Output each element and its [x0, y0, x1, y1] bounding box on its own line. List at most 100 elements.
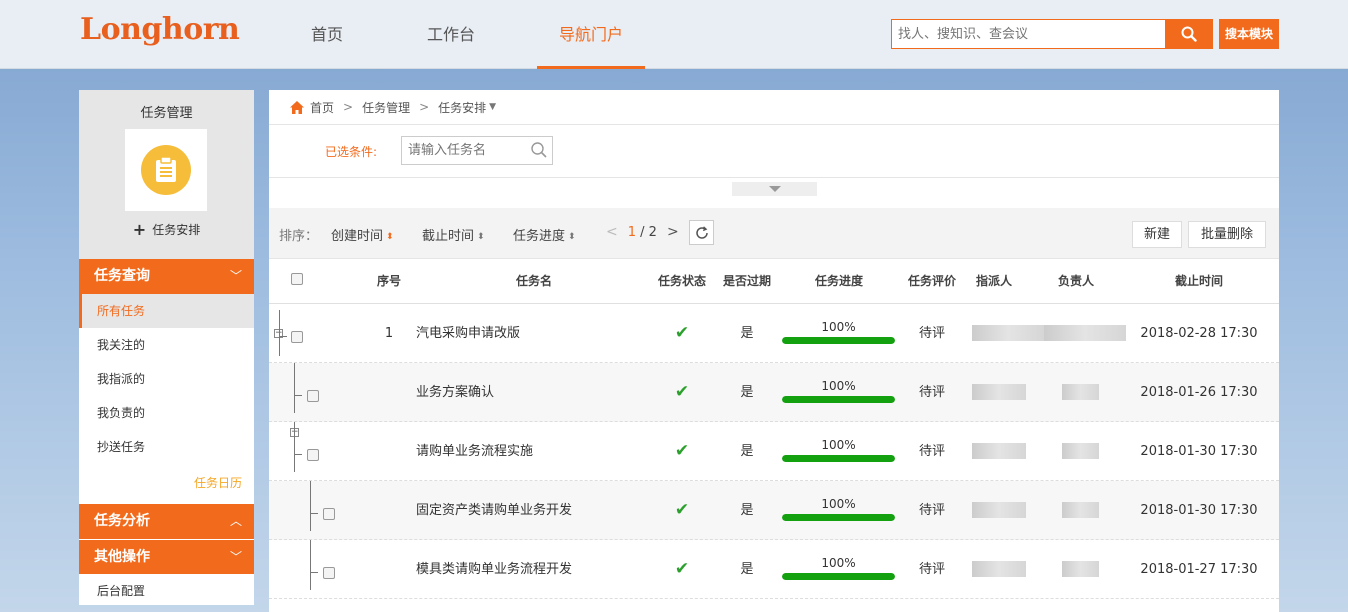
- progress-text: 100%: [821, 497, 856, 511]
- home-icon[interactable]: [289, 100, 305, 115]
- deadline-value: 2018-01-30 17:30: [1140, 444, 1258, 459]
- owner-redacted: [1062, 443, 1099, 459]
- sort-label-created: 创建时间: [331, 229, 384, 244]
- sort-by-progress[interactable]: 任务进度 ⬍: [513, 225, 576, 244]
- section-label: 任务查询: [94, 268, 150, 284]
- select-all-checkbox[interactable]: [291, 273, 303, 285]
- section-other-ops[interactable]: 其他操作 ﹀: [79, 539, 254, 574]
- task-name-link[interactable]: 请购单业务流程实施: [416, 422, 646, 481]
- chevron-down-icon: ﹀: [229, 269, 242, 283]
- clipboard-icon: [141, 145, 191, 195]
- row-checkbox[interactable]: [307, 449, 319, 461]
- table-row[interactable]: −请购单业务流程实施✔是100%待评2018-01-30 17:30: [269, 422, 1279, 481]
- row-index: [364, 481, 414, 540]
- breadcrumb-separator: >: [343, 100, 354, 114]
- progress-track: [782, 396, 895, 403]
- row-index: 1: [384, 326, 394, 341]
- rating-value: 待评: [918, 562, 945, 577]
- nav-home[interactable]: 首页: [289, 0, 365, 69]
- table-header: 序号 任务名 任务状态 是否过期 任务进度 任务评价 指派人 负责人 截止时间: [269, 259, 1279, 304]
- page-total: 2: [648, 225, 657, 240]
- sidebar-item-followed[interactable]: 我关注的: [79, 328, 254, 362]
- deadline-value: 2018-01-27 17:30: [1140, 562, 1258, 577]
- filter-expand-toggle[interactable]: [732, 182, 817, 196]
- page-current: 1: [627, 225, 637, 240]
- refresh-button[interactable]: [689, 220, 714, 245]
- table-row[interactable]: −1汽电采购申请改版✔是100%待评2018-02-28 17:30: [269, 304, 1279, 363]
- rating-value: 待评: [918, 326, 945, 341]
- expired-value: 是: [740, 326, 754, 341]
- row-checkbox[interactable]: [291, 331, 303, 343]
- row-index: [364, 422, 414, 481]
- rating-value: 待评: [918, 503, 945, 518]
- row-checkbox[interactable]: [307, 390, 319, 402]
- next-page-icon[interactable]: >: [667, 224, 679, 240]
- sort-arrows-icon: ⬍: [386, 232, 394, 242]
- task-calendar-link[interactable]: 任务日历: [79, 464, 254, 502]
- nav-portal[interactable]: 导航门户: [537, 0, 645, 69]
- owner-redacted: [1062, 502, 1099, 518]
- search-icon[interactable]: [531, 142, 547, 158]
- expired-value: 是: [740, 503, 754, 518]
- assigner-redacted: [972, 502, 1026, 518]
- sidebar-item-all-tasks[interactable]: 所有任务: [79, 294, 254, 328]
- task-name-link[interactable]: 固定资产类请购单业务开发: [416, 481, 646, 540]
- col-progress: 任务进度: [814, 274, 863, 288]
- sidebar-title: 任务管理: [140, 106, 193, 121]
- global-search-input[interactable]: [891, 19, 1166, 49]
- row-checkbox[interactable]: [323, 508, 335, 520]
- owner-redacted: [1062, 384, 1099, 400]
- nav-workbench[interactable]: 工作台: [412, 0, 490, 69]
- table-row[interactable]: 业务方案确认 ✔ 是 100% 待评 2018-01-26 17:30: [269, 363, 1279, 422]
- sidebar-item-cc[interactable]: 抄送任务: [79, 430, 254, 464]
- search-button[interactable]: [1165, 19, 1213, 49]
- table-row[interactable]: 模具类请购单业务流程开发 ✔ 是 100% 待评 2018-01-27 17:30: [269, 540, 1279, 599]
- new-button[interactable]: 新建: [1132, 221, 1182, 248]
- status-check-icon: ✔: [674, 441, 690, 461]
- prev-page-icon[interactable]: <: [606, 224, 618, 240]
- sidebar-item-admin-config[interactable]: 后台配置: [79, 574, 254, 608]
- chevron-down-icon: ﹀: [229, 550, 242, 564]
- refresh-icon: [695, 225, 708, 239]
- module-search-button[interactable]: 搜本模块: [1219, 19, 1279, 49]
- caret-down-icon[interactable]: ▼: [489, 102, 496, 112]
- progress-text: 100%: [821, 556, 856, 570]
- col-index: 序号: [376, 274, 401, 288]
- sort-label: 排序：: [279, 229, 319, 244]
- add-task-label: 任务安排: [152, 223, 201, 237]
- breadcrumb-task-schedule[interactable]: 任务安排: [438, 99, 486, 116]
- progress-text: 100%: [821, 379, 856, 393]
- section-task-query[interactable]: 任务查询 ﹀: [79, 259, 254, 294]
- progress-fill: [782, 514, 895, 521]
- chevron-up-icon: ︿: [229, 514, 242, 528]
- plus-icon: +: [132, 220, 147, 239]
- add-task-link[interactable]: + 任务安排: [79, 220, 254, 239]
- col-task-name: 任务名: [515, 274, 552, 288]
- progress-track: [782, 455, 895, 462]
- sidebar: 任务管理 + 任务安排 任务查询 ﹀ 所有任务 我关注的 我指派的 我负责的 抄送…: [79, 90, 254, 605]
- breadcrumb-home[interactable]: 首页: [310, 99, 334, 116]
- progress-text: 100%: [821, 320, 856, 334]
- task-name-link[interactable]: 模具类请购单业务流程开发: [416, 540, 646, 599]
- row-checkbox[interactable]: [323, 567, 335, 579]
- rating-value: 待评: [918, 444, 945, 459]
- breadcrumb-task-mgmt[interactable]: 任务管理: [362, 99, 410, 116]
- tree-line: [310, 481, 311, 531]
- sort-by-deadline[interactable]: 截止时间 ⬍: [422, 225, 485, 244]
- task-name-link[interactable]: 业务方案确认: [416, 363, 646, 422]
- tree-line: [279, 336, 287, 337]
- section-label: 其他操作: [94, 549, 150, 565]
- task-name-link[interactable]: 汽电采购申请改版: [416, 304, 646, 363]
- section-task-analysis[interactable]: 任务分析 ︿: [79, 504, 254, 539]
- sidebar-item-responsible[interactable]: 我负责的: [79, 396, 254, 430]
- filter-area: 已选条件:: [269, 125, 1279, 178]
- sidebar-item-assigned-by-me[interactable]: 我指派的: [79, 362, 254, 396]
- sort-by-created[interactable]: 创建时间 ⬍: [331, 225, 394, 244]
- table-row[interactable]: 固定资产类请购单业务开发 ✔ 是 100% 待评 2018-01-30 17:30: [269, 481, 1279, 540]
- progress-bar: 100%: [782, 554, 895, 580]
- batch-delete-button[interactable]: 批量删除: [1188, 221, 1266, 248]
- tree-line: [310, 513, 318, 514]
- task-module-tile[interactable]: [125, 129, 207, 211]
- sort-arrows-icon: ⬍: [477, 232, 485, 242]
- tree-line: [310, 572, 318, 573]
